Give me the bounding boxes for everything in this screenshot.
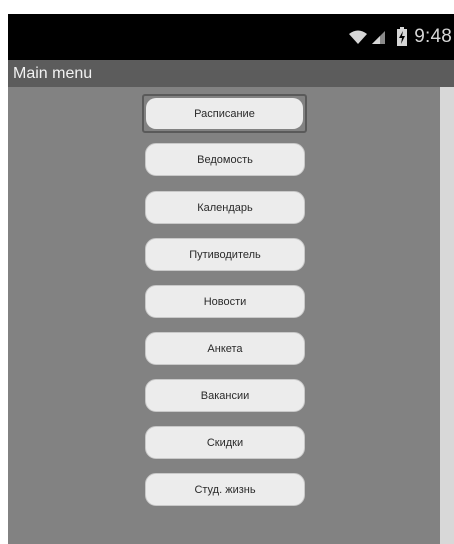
page-title: Main menu [13, 64, 93, 82]
app-screen: 9:48 Main menu Расписание Ведомость Кале… [0, 0, 454, 544]
status-bar: 9:48 [8, 14, 454, 60]
menu-button-gradebook[interactable]: Ведомость [145, 143, 305, 176]
menu-button-student-life[interactable]: Студ. жизнь [145, 473, 305, 506]
top-strip [0, 0, 454, 14]
action-bar: Main menu [8, 60, 454, 87]
wifi-icon [348, 29, 368, 45]
menu-button-vacancies[interactable]: Вакансии [145, 379, 305, 412]
menu-button-label: Расписание [146, 98, 303, 129]
battery-icon [396, 27, 408, 47]
menu-button-schedule[interactable]: Расписание [142, 94, 307, 133]
menu-button-calendar[interactable]: Календарь [145, 191, 305, 224]
menu-button-guide[interactable]: Путиводитель [145, 238, 305, 271]
menu-list[interactable]: Расписание Ведомость Календарь Путиводит… [8, 87, 454, 544]
scrollbar[interactable] [440, 87, 454, 544]
status-time: 9:48 [414, 26, 452, 47]
signal-icon [370, 29, 386, 45]
menu-button-discounts[interactable]: Скидки [145, 426, 305, 459]
menu-button-survey[interactable]: Анкета [145, 332, 305, 365]
menu-button-news[interactable]: Новости [145, 285, 305, 318]
